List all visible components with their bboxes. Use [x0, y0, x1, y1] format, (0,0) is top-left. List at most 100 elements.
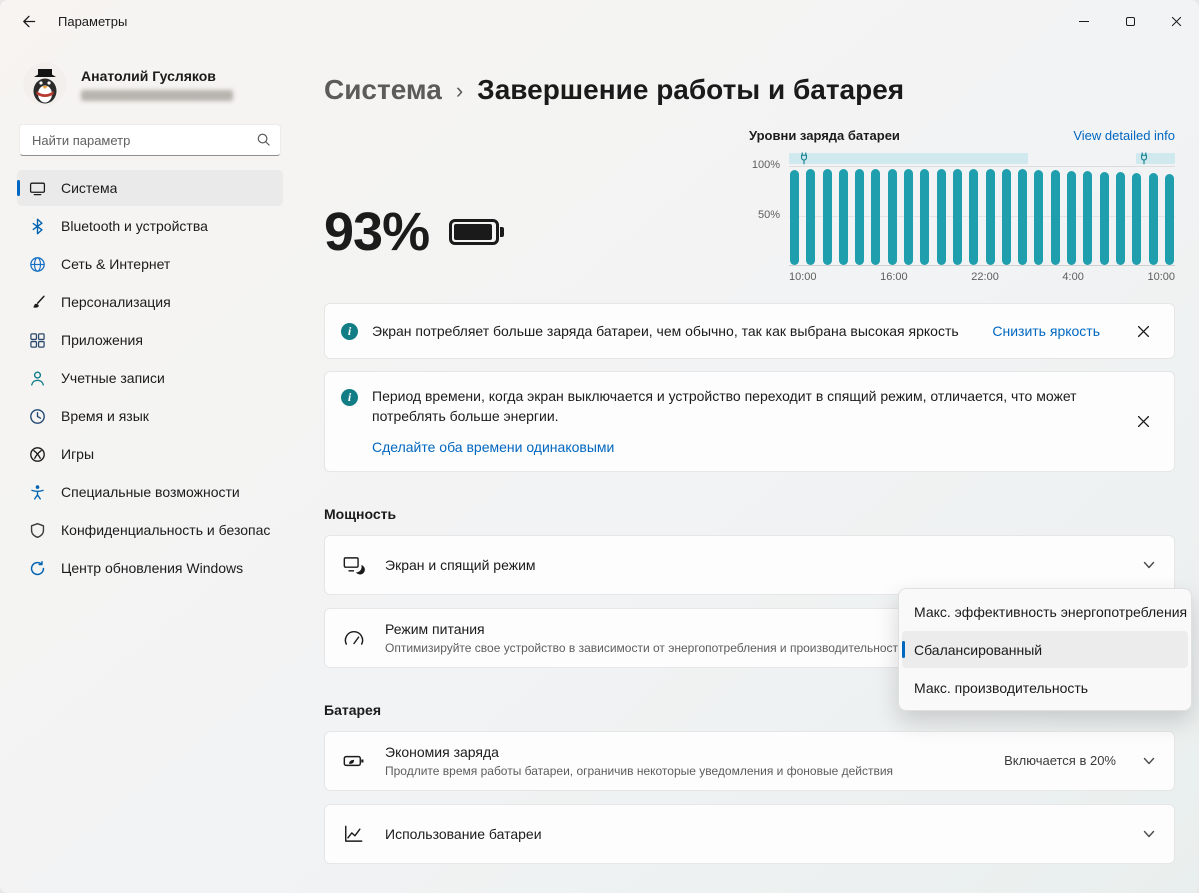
info-icon: i [341, 389, 358, 406]
user-meta: Анатолий Гусляков [81, 68, 233, 101]
games-icon [29, 446, 46, 463]
battery-saver-icon [343, 750, 365, 772]
sidebar-item-label: Центр обновления Windows [61, 560, 244, 576]
search-icon[interactable] [256, 132, 271, 152]
sidebar-item-label: Bluetooth и устройства [61, 218, 208, 234]
breadcrumb-separator: › [455, 78, 464, 103]
x-tick: 4:00 [1062, 271, 1084, 283]
chart-bar [1164, 173, 1174, 265]
sidebar-item-label: Игры [61, 446, 95, 462]
chart-y-axis: 100% 50% [749, 151, 789, 283]
chart-bar [790, 169, 799, 265]
selected-indicator [17, 180, 20, 196]
windows-update-icon [29, 560, 46, 577]
power-mode-option-best-efficiency[interactable]: Макс. эффективность энергопотребления [902, 593, 1188, 630]
window-controls [1061, 0, 1199, 42]
card-subtitle: Продлите время работы батареи, ограничив… [385, 763, 894, 778]
dropdown-option-label: Макс. эффективность энергопотребления [914, 603, 1188, 620]
sidebar-item-accounts[interactable]: Учетные записи [17, 360, 283, 396]
user-subtitle-redacted [81, 89, 233, 101]
chevron-down-icon[interactable] [1142, 754, 1156, 768]
dismiss-brightness-banner-button[interactable] [1128, 316, 1158, 346]
chart-bar [1132, 172, 1142, 265]
chart-bar [1067, 170, 1077, 265]
x-tick: 16:00 [880, 271, 908, 283]
titlebar: Параметры [0, 0, 1199, 42]
make-times-equal-link[interactable]: Сделайте оба времени одинаковыми [372, 439, 614, 455]
dropdown-option-label: Макс. производительность [914, 679, 1089, 696]
card-battery-saver[interactable]: Экономия заряда Продлите время работы ба… [324, 730, 1175, 791]
settings-window: Параметры Анатолий Гусляков Найти параме… [0, 0, 1199, 893]
view-detailed-info-link[interactable]: View detailed info [1073, 128, 1175, 143]
banner-content: Период времени, когда экран выключается … [372, 386, 1100, 457]
close-icon [1171, 16, 1182, 27]
chart-bar [1099, 171, 1109, 265]
sidebar-item-network[interactable]: Сеть & Интернет [17, 246, 283, 282]
back-button[interactable] [8, 4, 48, 38]
chart-bar [1148, 172, 1158, 265]
battery-percentage: 93% [324, 201, 430, 262]
dismiss-sleep-banner-button[interactable] [1128, 406, 1158, 436]
chart-x-axis: 10:00 16:00 22:00 4:00 10:00 [789, 271, 1175, 283]
search-input[interactable] [19, 124, 281, 156]
card-screen-and-sleep[interactable]: Экран и спящий режим [324, 534, 1175, 595]
search-box [19, 124, 281, 156]
maximize-button[interactable] [1107, 0, 1153, 42]
x-tick: 10:00 [789, 271, 817, 283]
card-battery-usage[interactable]: Использование батареи [324, 803, 1175, 864]
sidebar-item-windows-update[interactable]: Центр обновления Windows [17, 550, 283, 586]
sidebar-nav: Система Bluetooth и устройства Сеть & Ин… [17, 170, 283, 586]
close-button[interactable] [1153, 0, 1199, 42]
close-icon [1137, 415, 1150, 428]
power-mode-option-balanced[interactable]: Сбалансированный [902, 631, 1188, 668]
chart-bar [1018, 168, 1028, 265]
sidebar-item-system[interactable]: Система [17, 170, 283, 206]
x-tick: 10:00 [1147, 271, 1175, 283]
charging-band-layer [789, 151, 1175, 166]
dropdown-option-label: Сбалансированный [914, 641, 1043, 658]
sidebar-item-label: Сеть & Интернет [61, 256, 171, 272]
sidebar-item-bluetooth[interactable]: Bluetooth и устройства [17, 208, 283, 244]
system-icon [29, 180, 46, 197]
sidebar-item-label: Время и язык [61, 408, 149, 424]
user-profile[interactable]: Анатолий Гусляков [17, 62, 283, 124]
info-icon: i [341, 322, 358, 340]
sidebar-item-games[interactable]: Игры [17, 436, 283, 472]
chart-bar [985, 168, 995, 265]
breadcrumb: Система › Завершение работы и батарея [324, 74, 1175, 106]
battery-level-chart: Уровни заряда батареи View detailed info… [749, 128, 1175, 283]
chart-bar [1001, 168, 1011, 265]
app-title: Параметры [58, 13, 128, 29]
battery-saver-threshold: Включается в 20% [1004, 753, 1116, 769]
accessibility-icon [29, 484, 46, 501]
screen-sleep-icon [343, 554, 365, 576]
chart-bar [1034, 169, 1044, 265]
charging-period-band [789, 153, 1029, 164]
chevron-down-icon[interactable] [1142, 827, 1156, 841]
sidebar-item-label: Приложения [61, 332, 143, 348]
sidebar-item-personalization[interactable]: Персонализация [17, 284, 283, 320]
chart-bar [838, 168, 848, 265]
card-title: Экономия заряда [385, 743, 499, 760]
chart-bar [936, 168, 946, 265]
sleep-timing-banner: i Период времени, когда экран выключаетс… [324, 371, 1175, 472]
sidebar-item-apps[interactable]: Приложения [17, 322, 283, 358]
breadcrumb-system[interactable]: Система [324, 74, 442, 106]
sidebar-item-privacy[interactable]: Конфиденциальность и безопасность [17, 512, 283, 548]
reduce-brightness-link[interactable]: Снизить яркость [992, 323, 1100, 339]
avatar [23, 62, 67, 106]
sidebar: Анатолий Гусляков Система Bl [0, 42, 300, 893]
chevron-down-icon[interactable] [1142, 558, 1156, 572]
minimize-button[interactable] [1061, 0, 1107, 42]
brightness-warning-banner: i Экран потребляет больше заряда батареи… [324, 303, 1175, 359]
chart-bar [871, 168, 881, 265]
back-arrow-icon [21, 14, 36, 29]
time-language-icon [29, 408, 46, 425]
sidebar-item-accessibility[interactable]: Специальные возможности [17, 474, 283, 510]
sidebar-item-label: Конфиденциальность и безопасность [61, 522, 271, 538]
chart-bar [920, 168, 930, 265]
power-mode-dropdown: Макс. эффективность энергопотребления Сб… [898, 588, 1192, 711]
apps-icon [29, 332, 46, 349]
power-mode-option-best-performance[interactable]: Макс. производительность [902, 669, 1188, 706]
sidebar-item-time-language[interactable]: Время и язык [17, 398, 283, 434]
